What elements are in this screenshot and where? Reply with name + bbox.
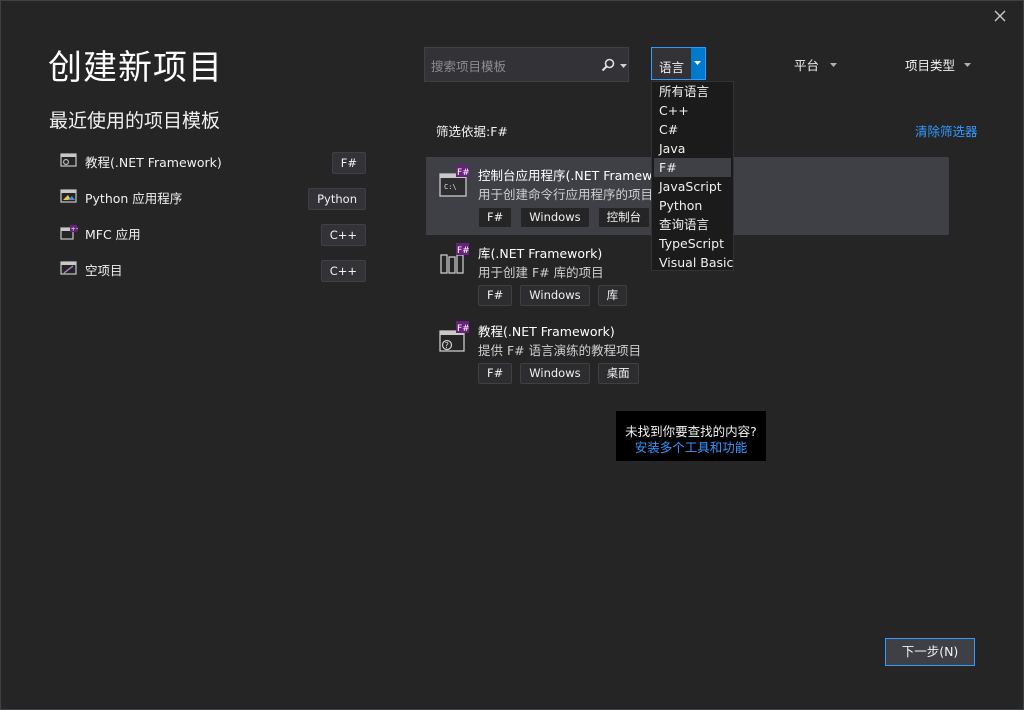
template-title: 教程(.NET Framework) bbox=[478, 324, 615, 339]
project-type-dropdown-label: 项目类型 bbox=[905, 58, 956, 73]
mfc-app-icon: ++ bbox=[60, 225, 78, 240]
svg-text:?: ? bbox=[445, 341, 449, 350]
search-options-chevron-icon[interactable] bbox=[620, 64, 627, 68]
template-description: 用于创建命令行应用程序的项目 bbox=[478, 187, 654, 202]
tutorial-template-icon bbox=[60, 153, 77, 167]
filtered-by-text: 筛选依据:F# bbox=[436, 124, 508, 139]
language-tag: Python bbox=[308, 188, 366, 210]
language-option-typescript[interactable]: TypeScript bbox=[654, 234, 731, 253]
language-option-all[interactable]: 所有语言 bbox=[654, 82, 731, 101]
recent-item-tutorial[interactable]: 教程(.NET Framework) F# bbox=[56, 146, 370, 182]
recent-item-label: MFC 应用 bbox=[85, 227, 141, 242]
recent-templates-heading: 最近使用的项目模板 bbox=[49, 110, 221, 132]
language-option-javascript[interactable]: JavaScript bbox=[654, 177, 731, 196]
install-tools-link[interactable]: 安装多个工具和功能 bbox=[616, 437, 766, 456]
template-title: 控制台应用程序(.NET Framework) bbox=[478, 168, 678, 183]
language-tag: F# bbox=[331, 152, 366, 174]
search-input[interactable] bbox=[429, 56, 593, 76]
template-description: 用于创建 F# 库的项目 bbox=[478, 265, 604, 280]
template-tag: F# bbox=[478, 207, 513, 228]
template-tag: 库 bbox=[597, 285, 628, 306]
platform-dropdown-label: 平台 bbox=[794, 58, 820, 73]
template-tag: 桌面 bbox=[597, 363, 639, 384]
svg-text:++: ++ bbox=[71, 226, 78, 233]
template-tags: F# Windows 桌面 bbox=[478, 363, 639, 384]
recent-item-python-app[interactable]: Python 应用程序 Python bbox=[56, 182, 370, 218]
library-icon: F# bbox=[440, 243, 470, 274]
svg-text:F#: F# bbox=[457, 324, 470, 334]
template-tag: 控制台 bbox=[597, 207, 651, 228]
language-option-fsharp[interactable]: F# bbox=[654, 158, 731, 177]
template-title: 库(.NET Framework) bbox=[478, 246, 603, 261]
language-tag: C++ bbox=[320, 260, 366, 282]
next-button[interactable]: 下一步(N) bbox=[885, 638, 975, 666]
chevron-down-icon bbox=[694, 61, 701, 65]
language-option-query[interactable]: 查询语言 bbox=[654, 215, 731, 234]
project-type-dropdown[interactable]: 项目类型 bbox=[905, 55, 971, 74]
console-app-icon: C:\ F# bbox=[439, 165, 470, 197]
template-tag: Windows bbox=[520, 207, 590, 228]
platform-dropdown[interactable]: 平台 bbox=[794, 55, 837, 74]
recent-item-label: 教程(.NET Framework) bbox=[85, 155, 222, 170]
template-description: 提供 F# 语言演练的教程项目 bbox=[478, 343, 642, 358]
empty-project-icon bbox=[60, 261, 77, 275]
python-app-icon bbox=[60, 189, 77, 203]
template-tag: F# bbox=[478, 363, 513, 384]
not-found-box: 未找到你要查找的内容? 安装多个工具和功能 bbox=[616, 411, 766, 461]
language-option-csharp[interactable]: C# bbox=[654, 120, 731, 139]
template-tags: F# Windows 库 bbox=[478, 285, 628, 306]
template-tag: F# bbox=[478, 285, 513, 306]
recent-item-label: Python 应用程序 bbox=[85, 191, 183, 206]
recent-templates-list: 教程(.NET Framework) F# Python 应用程序 Python… bbox=[56, 146, 370, 290]
language-dropdown-button[interactable] bbox=[691, 48, 705, 79]
close-button[interactable] bbox=[988, 6, 1012, 28]
template-tag: Windows bbox=[520, 285, 590, 306]
svg-text:F#: F# bbox=[457, 246, 470, 256]
clear-filters-link[interactable]: 清除筛选器 bbox=[915, 121, 978, 140]
recent-item-empty-project[interactable]: 空项目 C++ bbox=[56, 254, 370, 290]
close-icon bbox=[994, 10, 1006, 22]
language-option-visual-basic[interactable]: Visual Basic bbox=[654, 253, 733, 272]
svg-text:C:\: C:\ bbox=[444, 183, 457, 191]
language-option-java[interactable]: Java bbox=[654, 139, 731, 158]
tutorial-icon: ? F# bbox=[439, 321, 470, 352]
template-item-tutorial[interactable]: ? F# 教程(.NET Framework) 提供 F# 语言演练的教程项目 … bbox=[426, 313, 949, 391]
language-option-python[interactable]: Python bbox=[654, 196, 731, 215]
template-tag: Windows bbox=[520, 363, 590, 384]
language-option-cpp[interactable]: C++ bbox=[654, 101, 731, 120]
search-box bbox=[424, 47, 629, 82]
recent-item-mfc-app[interactable]: ++ MFC 应用 C++ bbox=[56, 218, 370, 254]
template-tags: F# Windows 控制台 bbox=[478, 207, 651, 228]
language-dropdown-label: 语言 bbox=[659, 60, 685, 75]
language-menu: 所有语言 C++ C# Java F# JavaScript Python 查询… bbox=[651, 81, 734, 271]
page-title: 创建新项目 bbox=[48, 48, 223, 88]
search-icon[interactable] bbox=[601, 58, 615, 72]
recent-item-label: 空项目 bbox=[85, 263, 123, 278]
chevron-down-icon bbox=[830, 63, 837, 67]
language-tag: C++ bbox=[320, 224, 366, 246]
chevron-down-icon bbox=[964, 63, 971, 67]
language-dropdown[interactable]: 语言 bbox=[651, 47, 706, 80]
svg-text:F#: F# bbox=[457, 168, 470, 178]
